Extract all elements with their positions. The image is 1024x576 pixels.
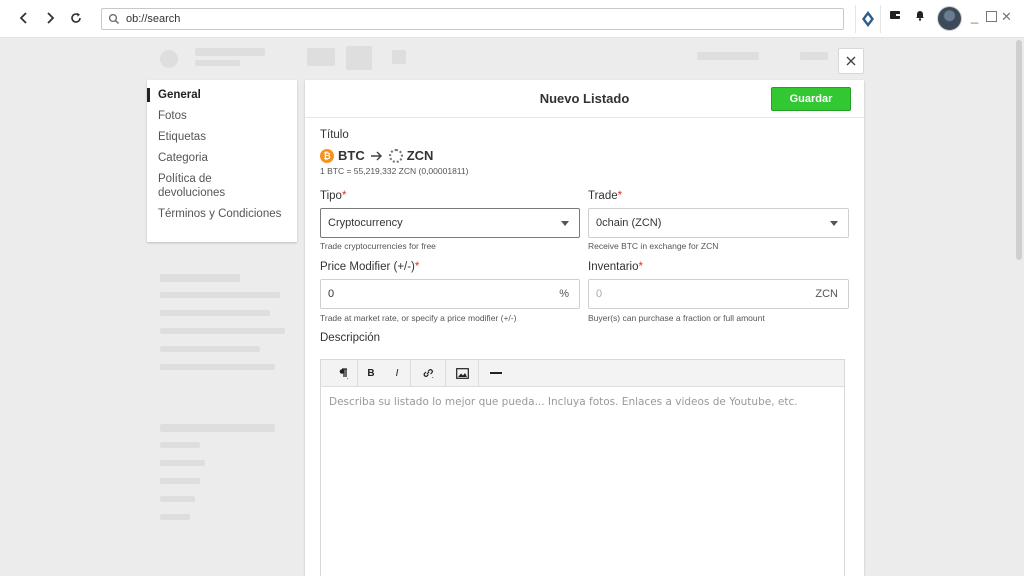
inventario-input[interactable]: 0 ZCN <box>588 279 849 309</box>
background-text <box>160 292 280 298</box>
nav-item-fotos[interactable]: Fotos <box>147 109 297 123</box>
trade-hint: Receive BTC in exchange for ZCN <box>588 241 719 251</box>
reload-icon <box>71 12 81 23</box>
bold-button[interactable]: B <box>358 360 384 387</box>
back-icon <box>19 12 27 24</box>
background-text <box>160 328 285 334</box>
search-icon <box>108 13 119 24</box>
chevron-down-icon <box>830 221 838 226</box>
close-window-icon[interactable]: ✕ <box>1001 10 1012 24</box>
nav-item-politica-devoluciones[interactable]: Política de devoluciones <box>147 172 297 200</box>
tipo-label: Tipo* <box>320 190 347 202</box>
close-icon <box>846 56 856 66</box>
browser-toolbar: ob://search _ ✕ <box>0 0 1024 38</box>
percent-suffix: % <box>559 288 569 300</box>
background-text <box>160 274 240 282</box>
background-block <box>392 50 406 64</box>
arrow-right-icon <box>370 150 382 161</box>
background-text <box>195 48 265 56</box>
from-coin: BTC <box>338 148 365 163</box>
trade-select[interactable]: 0chain (ZCN) <box>588 208 849 238</box>
price-modifier-hint: Trade at market rate, or specify a price… <box>320 313 517 323</box>
forward-icon <box>47 12 55 24</box>
avatar[interactable] <box>937 6 962 31</box>
forward-button[interactable] <box>40 8 60 28</box>
link-icon <box>423 369 434 378</box>
link-button[interactable] <box>411 360 445 387</box>
openbazaar-logo-button[interactable] <box>855 5 881 33</box>
notifications-button[interactable] <box>914 9 926 21</box>
tipo-value: Cryptocurrency <box>328 217 403 229</box>
background-text <box>160 496 195 502</box>
wallet-icon <box>890 11 900 19</box>
nav-item-general[interactable]: General <box>147 88 297 102</box>
chevron-down-icon <box>561 221 569 226</box>
zcn-suffix: ZCN <box>815 288 838 300</box>
listing-section-nav: General Fotos Etiquetas Categoria Políti… <box>147 80 297 242</box>
titulo-label: Título <box>320 129 349 141</box>
minimize-icon[interactable]: _ <box>971 10 978 24</box>
trade-label: Trade* <box>588 190 623 202</box>
tipo-hint: Trade cryptocurrencies for free <box>320 241 436 251</box>
descripcion-label: Descripción <box>320 332 381 344</box>
horizontal-rule-icon <box>490 372 502 374</box>
address-bar[interactable]: ob://search <box>101 8 844 30</box>
background-block <box>307 48 335 66</box>
paragraph-format-button[interactable] <box>329 360 357 387</box>
nav-item-terminos[interactable]: Términos y Condiciones <box>147 207 297 221</box>
background-text <box>160 478 200 484</box>
italic-button[interactable]: I <box>384 360 410 387</box>
new-listing-panel: Nuevo Listado Guardar Título ₿ BTC ZCN 1… <box>305 80 864 576</box>
nav-item-etiquetas[interactable]: Etiquetas <box>147 130 297 144</box>
background-text <box>160 346 260 352</box>
tipo-select[interactable]: Cryptocurrency <box>320 208 580 238</box>
inventario-hint: Buyer(s) can purchase a fraction or full… <box>588 313 765 323</box>
trade-pair: ₿ BTC ZCN <box>320 148 433 163</box>
address-text: ob://search <box>126 13 181 25</box>
nav-item-categoria[interactable]: Categoria <box>147 151 297 165</box>
price-modifier-value: 0 <box>328 288 335 300</box>
price-modifier-input[interactable]: 0 % <box>320 279 580 309</box>
image-icon <box>455 367 469 379</box>
maximize-icon[interactable] <box>986 11 997 22</box>
insert-image-button[interactable] <box>446 360 478 387</box>
description-editor[interactable]: B I Describa su listado lo mejor que pue… <box>320 359 845 576</box>
openbazaar-logo-icon <box>862 11 874 27</box>
inventario-placeholder: 0 <box>596 288 603 300</box>
exchange-rate: 1 BTC = 55,219,332 ZCN (0,00001811) <box>320 166 469 176</box>
close-modal-button[interactable] <box>838 48 864 74</box>
background-block <box>346 46 372 70</box>
page-scrollbar[interactable] <box>1016 40 1022 260</box>
inventario-label: Inventario* <box>588 261 643 273</box>
back-button[interactable] <box>14 8 34 28</box>
editor-toolbar: B I <box>321 359 844 387</box>
background-logo <box>160 50 178 68</box>
btc-icon: ₿ <box>320 148 334 163</box>
zcn-icon <box>388 148 403 163</box>
paragraph-icon <box>339 368 349 379</box>
background-text <box>160 424 275 432</box>
notifications-icon <box>916 11 924 21</box>
reload-button[interactable] <box>66 8 86 28</box>
save-button[interactable]: Guardar <box>771 87 851 111</box>
background-text <box>697 52 759 60</box>
background-text <box>195 60 240 66</box>
background-text <box>160 460 205 466</box>
horizontal-rule-button[interactable] <box>479 360 513 387</box>
to-coin: ZCN <box>406 148 434 163</box>
background-text <box>160 514 190 520</box>
background-text <box>800 52 828 60</box>
price-modifier-label: Price Modifier (+/-)* <box>320 261 420 273</box>
description-placeholder: Describa su listado lo mejor que pueda..… <box>329 396 798 408</box>
background-text <box>160 442 200 448</box>
background-text <box>160 364 275 370</box>
wallet-button[interactable] <box>889 9 901 21</box>
background-text <box>160 310 270 316</box>
panel-header: Nuevo Listado Guardar <box>305 80 864 118</box>
trade-value: 0chain (ZCN) <box>596 217 662 229</box>
